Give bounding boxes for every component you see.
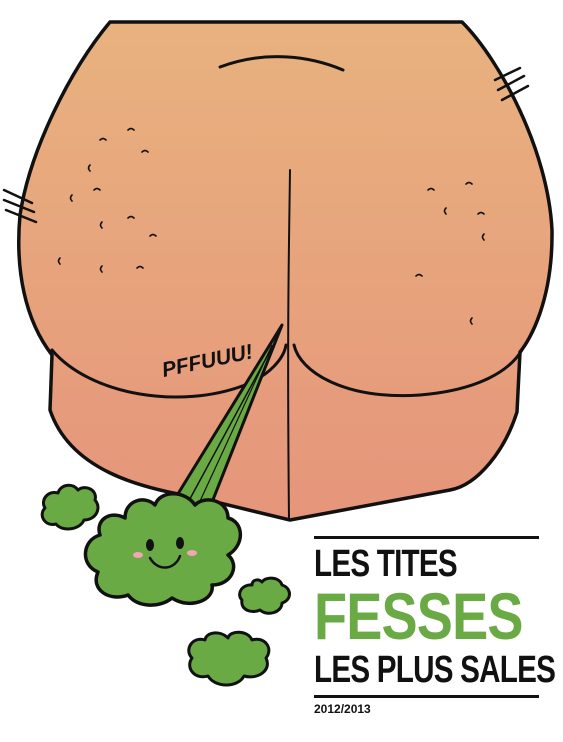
gas-cloud-small-3: [187, 630, 271, 687]
gas-cloud-main: [83, 492, 243, 607]
buttocks-shape: [17, 20, 554, 522]
title-top-rule: [314, 536, 539, 539]
gas-cloud-small-2: [238, 576, 291, 615]
gas-cloud-small-1: [40, 483, 100, 531]
season-year: 2012/2013: [314, 702, 371, 716]
title-line-3: LES PLUS SALES: [314, 649, 556, 691]
title-line-1: LES TITES: [314, 543, 458, 585]
title-bottom-rule: [314, 695, 539, 698]
title-block: LES TITES FESSES LES PLUS SALES 2012/201…: [314, 536, 556, 716]
title-line-2: FESSES: [314, 579, 523, 653]
